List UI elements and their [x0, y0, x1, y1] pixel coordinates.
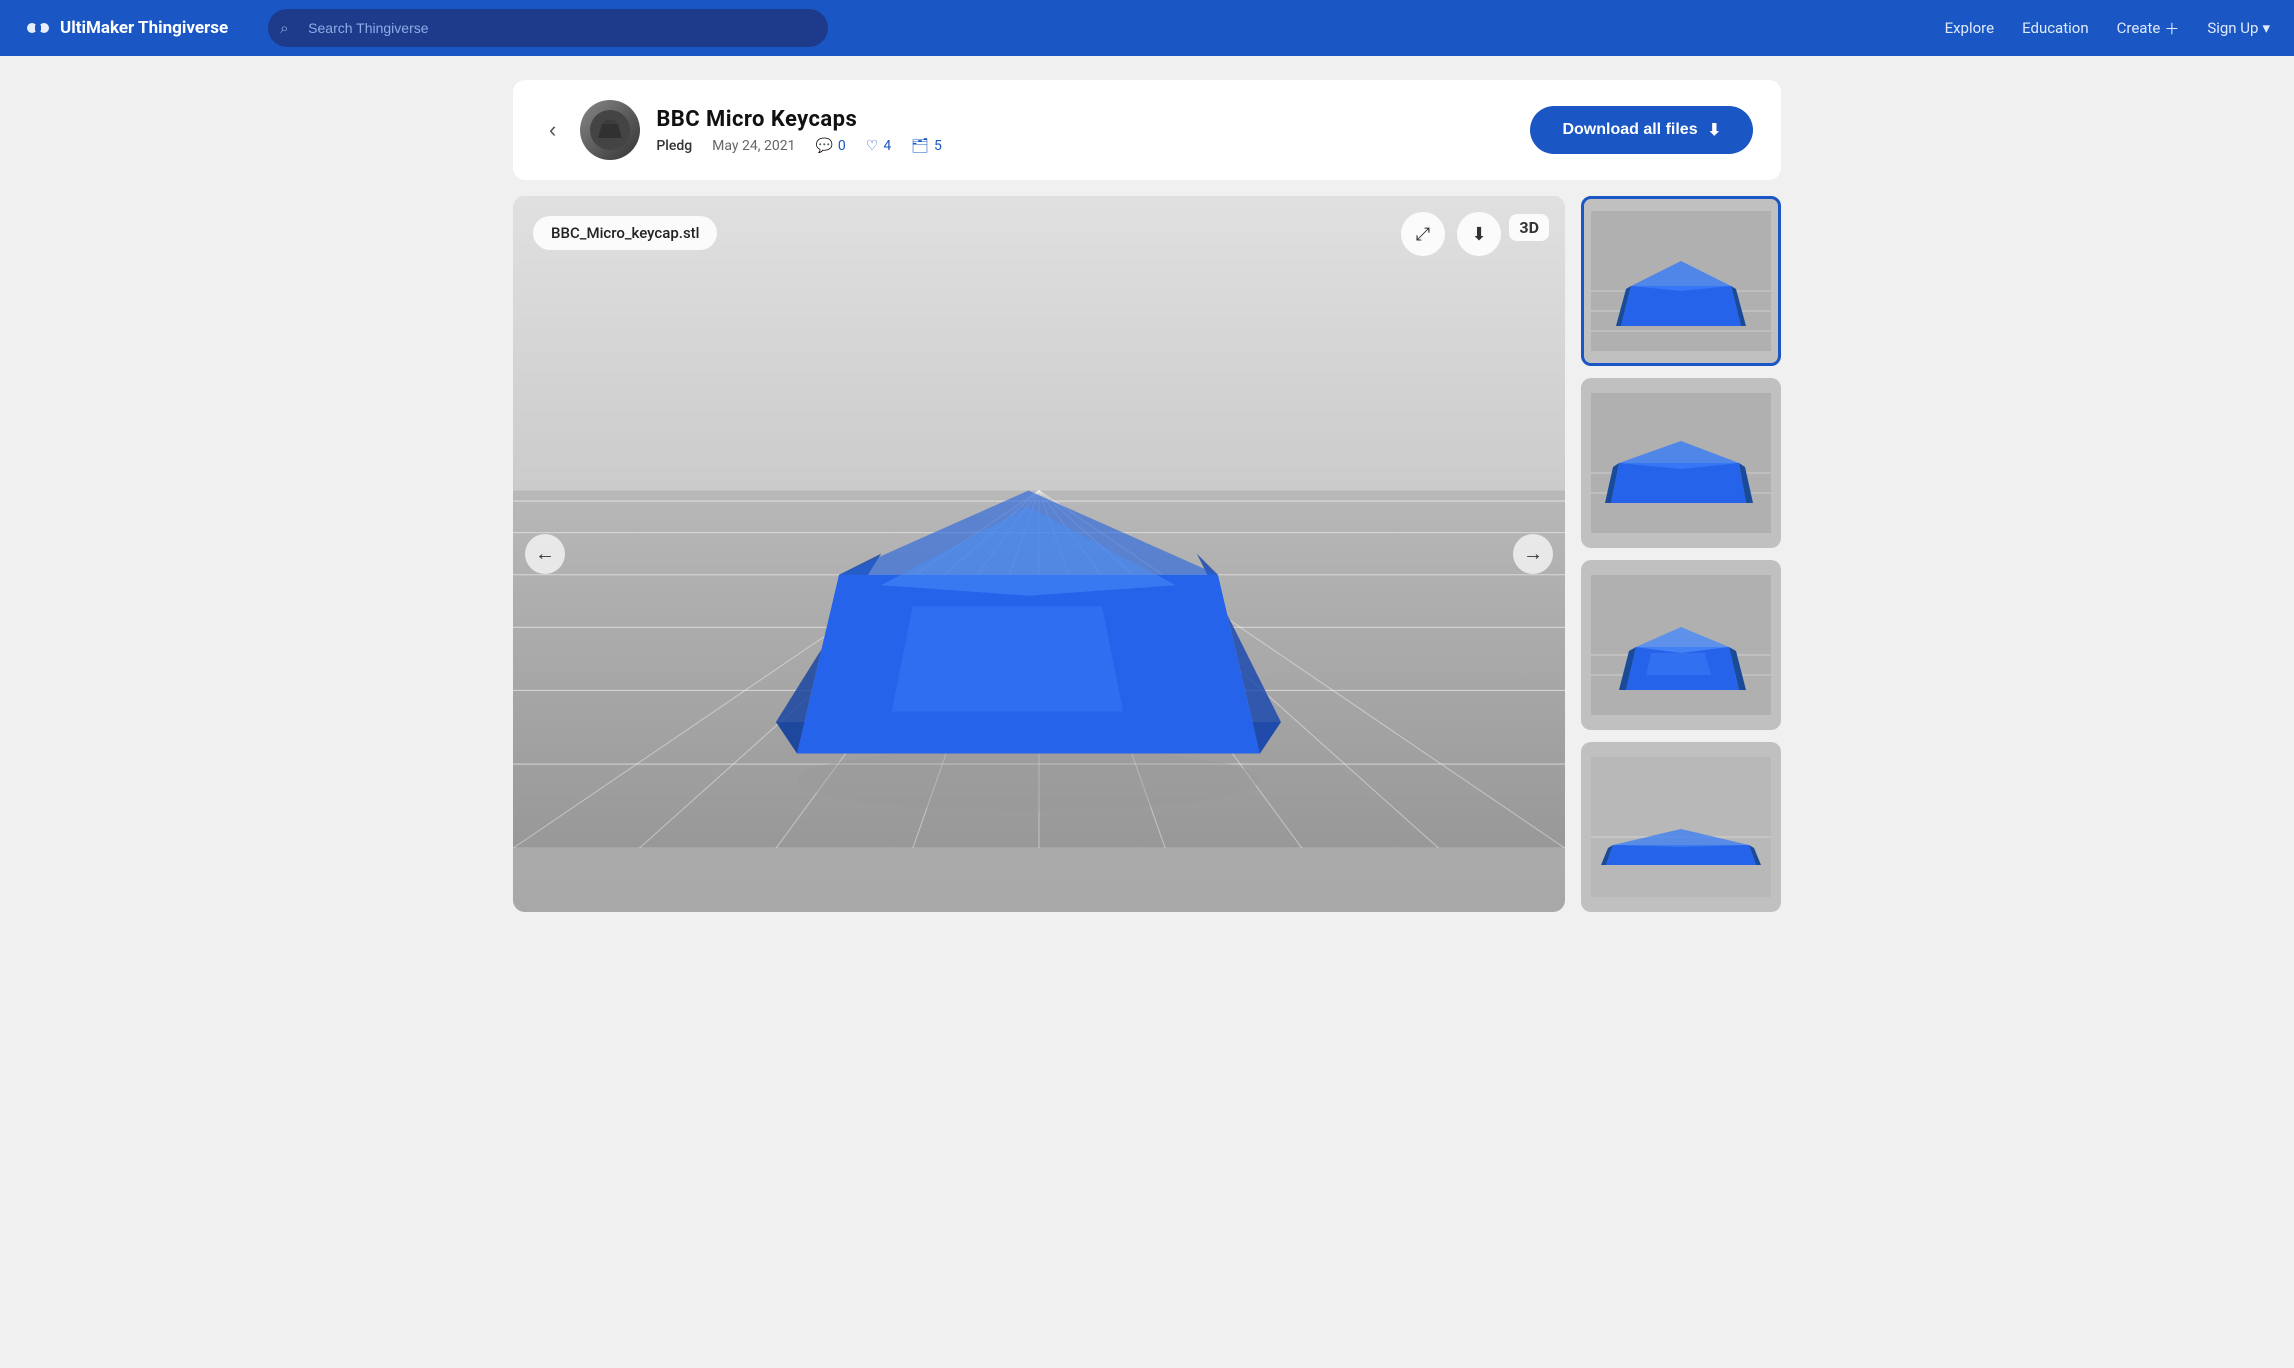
- heart-icon: ♡: [866, 138, 879, 154]
- explore-link[interactable]: Explore: [1945, 19, 1995, 37]
- thumbnail-2-image: [1584, 381, 1778, 545]
- thumbnail-3-image: [1584, 563, 1778, 727]
- viewer-download-icon: ⬇: [1471, 224, 1486, 245]
- expand-button[interactable]: ⤢: [1401, 212, 1445, 256]
- create-plus-icon: ＋: [2164, 18, 2179, 39]
- download-arrow-icon: ⬇: [1708, 120, 1721, 140]
- logo[interactable]: UltiMaker Thingiverse: [24, 14, 228, 42]
- thumb-svg-3: [1591, 575, 1771, 715]
- left-arrow-icon: ←: [535, 543, 555, 566]
- nav-links: Explore Education Create ＋ Sign Up ▾: [1945, 18, 2270, 39]
- expand-icon: ⤢: [1416, 224, 1430, 245]
- right-arrow-icon: →: [1523, 543, 1543, 566]
- thumbnail-1-image: [1584, 199, 1778, 363]
- thumbnail-column: [1581, 196, 1781, 912]
- grid-lines: [513, 196, 1565, 848]
- thumbnail-3[interactable]: [1581, 560, 1781, 730]
- folder-icon: 🗂: [911, 138, 929, 154]
- download-all-label: Download all files: [1562, 121, 1697, 139]
- item-info: BBC Micro Keycaps Pledg May 24, 2021 💬 0…: [656, 107, 1514, 154]
- logo-text: UltiMaker Thingiverse: [60, 18, 228, 38]
- item-meta: Pledg May 24, 2021 💬 0 ♡ 4 🗂 5: [656, 138, 1514, 154]
- badge-3d: 3D: [1509, 214, 1549, 241]
- viewer-main: BBC_Micro_keycap.stl ⤢ ⬇ 3D ← →: [513, 196, 1565, 912]
- avatar: [580, 100, 640, 160]
- search-input[interactable]: [268, 9, 828, 47]
- thumb-svg-2: [1591, 393, 1771, 533]
- thumbnail-4[interactable]: [1581, 742, 1781, 912]
- logo-icon: [24, 14, 52, 42]
- viewer-section: BBC_Micro_keycap.stl ⤢ ⬇ 3D ← →: [513, 196, 1781, 912]
- back-button[interactable]: ‹: [541, 115, 564, 145]
- comment-count: 💬 0: [815, 138, 845, 154]
- download-all-button[interactable]: Download all files ⬇: [1530, 106, 1753, 154]
- page-container: ‹ BBC Micro Keycaps Pledg May 24, 2021 💬…: [497, 56, 1797, 936]
- avatar-image: [580, 100, 640, 160]
- navbar: UltiMaker Thingiverse ⌕ Explore Educatio…: [0, 0, 2294, 56]
- item-title: BBC Micro Keycaps: [656, 107, 1514, 132]
- item-header: ‹ BBC Micro Keycaps Pledg May 24, 2021 💬…: [513, 80, 1781, 180]
- prev-button[interactable]: ←: [525, 534, 565, 574]
- like-number: 4: [883, 138, 891, 154]
- search-bar: ⌕: [268, 9, 828, 47]
- viewer-background: [513, 196, 1565, 912]
- file-label: BBC_Micro_keycap.stl: [533, 216, 717, 250]
- thumb-svg-4: [1591, 757, 1771, 897]
- comment-icon: 💬: [815, 138, 832, 154]
- like-count[interactable]: ♡ 4: [866, 138, 891, 154]
- item-author[interactable]: Pledg: [656, 138, 692, 154]
- create-label: Create: [2117, 19, 2161, 37]
- thumbnail-4-image: [1584, 745, 1778, 909]
- collection-number: 5: [934, 138, 942, 154]
- avatar-icon: [588, 108, 632, 152]
- education-link[interactable]: Education: [2022, 19, 2089, 37]
- item-date: May 24, 2021: [712, 138, 795, 154]
- chevron-down-icon: ▾: [2262, 19, 2270, 37]
- comment-number: 0: [838, 138, 846, 154]
- thumbnail-2[interactable]: [1581, 378, 1781, 548]
- signup-button[interactable]: Sign Up ▾: [2207, 19, 2270, 37]
- thumb-svg-1: [1591, 211, 1771, 351]
- thumbnail-1[interactable]: [1581, 196, 1781, 366]
- next-button[interactable]: →: [1513, 534, 1553, 574]
- viewer-download-button[interactable]: ⬇: [1457, 212, 1501, 256]
- signup-label: Sign Up: [2207, 19, 2258, 37]
- collection-count[interactable]: 🗂 5: [911, 138, 942, 154]
- search-icon: ⌕: [280, 19, 288, 37]
- create-button[interactable]: Create ＋: [2117, 18, 2180, 39]
